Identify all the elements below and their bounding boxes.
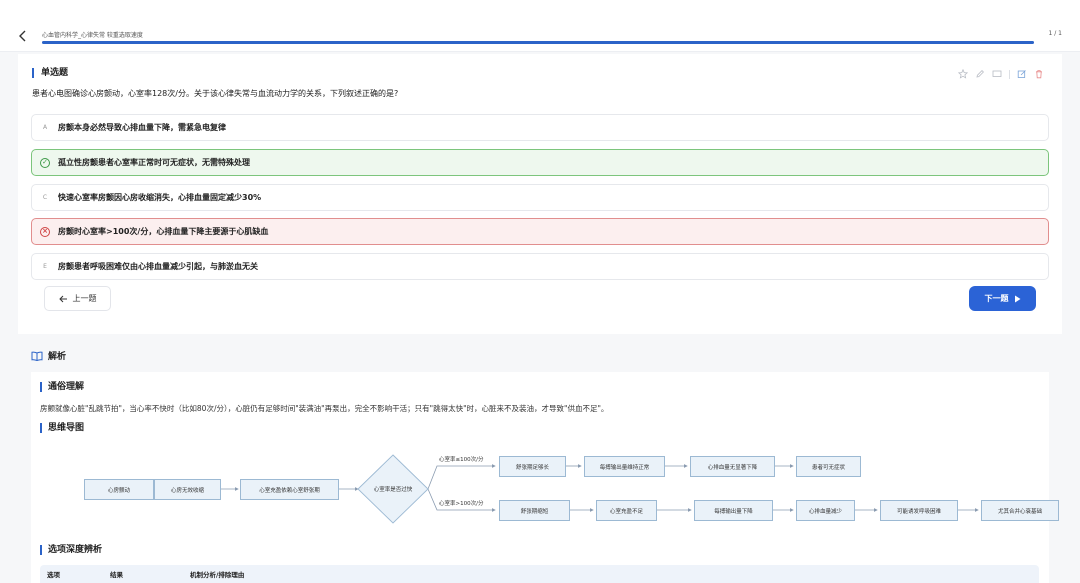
option-letter: A (42, 124, 48, 131)
analysis-title: 解析 (48, 352, 67, 362)
question-toolbar (958, 69, 1044, 79)
option-text: 快速心室率房颤因心房收缩消失，心排血量固定减少30% (58, 193, 262, 202)
x-circle-icon: × (40, 226, 50, 237)
question-text: 患者心电图确诊心房颤动，心室率128次/分。关于该心律失常与血流动力学的关系，下… (32, 89, 399, 98)
back-button[interactable] (18, 30, 32, 44)
trash-icon[interactable] (1034, 69, 1044, 79)
question-type: 单选题 (32, 68, 68, 78)
deep-analysis-title: 选项深度辨析 (40, 545, 102, 555)
branch-label-upper: 心室率≤100次/分 (439, 457, 484, 463)
mindmap-decision: 心室率是否过快 (373, 487, 413, 493)
option-b[interactable]: ✓ 孤立性房颤患者心室率正常时可无症状，无需特殊处理 (31, 149, 1049, 176)
mindmap-node: 患者可无症状 (796, 456, 861, 477)
page-count: 1 / 1 (1048, 30, 1062, 37)
option-a[interactable]: A 房颤本身必然导致心排血量下降，需紧急电复律 (31, 114, 1049, 141)
mindmap-title: 思维导图 (40, 423, 84, 433)
mindmap: 心房颤动 心房无效收缩 心室充盈依赖心室舒张期 心室率是否过快 心室率≤100次… (40, 442, 1059, 537)
option-e[interactable]: E 房颤患者呼吸困难仅由心排血量减少引起，与肺淤血无关 (31, 253, 1049, 280)
analysis-heading: 解析 (31, 349, 66, 362)
option-text: 房颤时心室率>100次/分，心排血量下降主要源于心肌缺血 (58, 227, 269, 236)
check-circle-icon: ✓ (40, 157, 50, 168)
mindmap-node: 心房颤动 (84, 479, 154, 500)
mindmap-node: 心房无效收缩 (154, 479, 221, 500)
question-card: 单选题 患者心电图确诊心房颤动，心室率128次/分。关于该心律失常与血流动力学的… (18, 54, 1062, 334)
chevron-left-icon (19, 30, 26, 42)
next-question-button[interactable]: 下一题 (969, 286, 1036, 311)
plain-understanding-title: 通俗理解 (40, 382, 84, 392)
pencil-icon[interactable] (975, 69, 985, 79)
mindmap-node: 可能诱发呼吸困难 (880, 500, 958, 521)
table-header-cell: 机制分析/排除理由 (190, 571, 245, 579)
play-icon (1014, 295, 1020, 302)
next-label: 下一题 (984, 294, 1009, 303)
toolbar-divider (1009, 69, 1010, 79)
mindmap-node: 舒张期足够长 (499, 456, 566, 477)
mindmap-node: 舒张期缩短 (499, 500, 570, 521)
mindmap-node: 心排血量减少 (796, 500, 855, 521)
table-header-cell: 结果 (110, 571, 123, 579)
mindmap-node: 每搏输出量维持正常 (584, 456, 665, 477)
mindmap-node: 心室充盈不足 (596, 500, 657, 521)
plain-understanding-text: 房颤就像心脏"乱跳节拍"，当心率不快时（比如80次/分），心脏仍有足够时间"装满… (40, 404, 609, 413)
option-letter: E (43, 263, 47, 270)
top-bar: 心血管内科学_心律失常 较重选取速度 1 / 1 (0, 0, 1080, 52)
table-header-cell: 选项 (47, 571, 60, 579)
screen-icon[interactable] (992, 69, 1002, 79)
book-icon (31, 351, 43, 361)
option-text: 房颤患者呼吸困难仅由心排血量减少引起，与肺淤血无关 (58, 262, 258, 271)
analysis-card: 通俗理解 房颤就像心脏"乱跳节拍"，当心率不快时（比如80次/分），心脏仍有足够… (31, 372, 1059, 583)
arrow-left-icon (58, 295, 67, 302)
mindmap-node: 每搏输出量下降 (694, 500, 773, 521)
progress-fill (42, 41, 1034, 44)
mindmap-node: 心排血量无显著下降 (690, 456, 775, 477)
option-text: 房颤本身必然导致心排血量下降，需紧急电复律 (58, 123, 226, 132)
option-letter: C (42, 194, 48, 201)
prev-label: 上一题 (72, 294, 97, 303)
mindmap-node: 尤其合并心衰基础 (981, 500, 1059, 521)
branch-label-lower: 心室率>100次/分 (439, 501, 484, 507)
prev-question-button[interactable]: 上一题 (44, 286, 111, 311)
table-header: 选项 结果 机制分析/排除理由 (40, 565, 1039, 583)
mindmap-node: 心室充盈依赖心室舒张期 (240, 479, 339, 500)
star-icon[interactable] (958, 69, 968, 79)
option-c[interactable]: C 快速心室率房颤因心房收缩消失，心排血量固定减少30% (31, 184, 1049, 211)
progress-bar (42, 41, 1034, 44)
breadcrumb: 心血管内科学_心律失常 较重选取速度 (42, 32, 143, 39)
edit-icon[interactable] (1017, 69, 1027, 79)
option-d[interactable]: × 房颤时心室率>100次/分，心排血量下降主要源于心肌缺血 (31, 218, 1049, 245)
option-text: 孤立性房颤患者心室率正常时可无症状，无需特殊处理 (58, 158, 250, 167)
